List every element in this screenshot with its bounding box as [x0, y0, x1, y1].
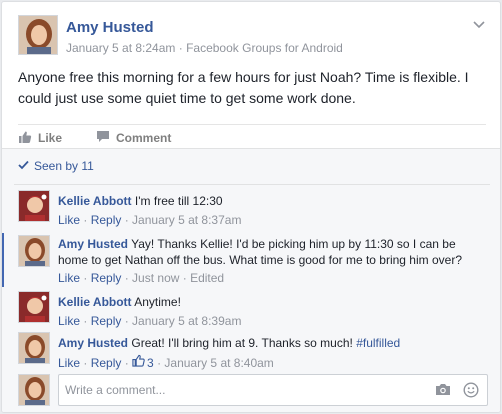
comment-meta: Like · Reply · January 5 at 8:39am: [58, 314, 242, 328]
comment-meta: Like · Reply · 3 · January 5 at 8:40am: [58, 354, 274, 371]
like-count-value: 3: [147, 355, 154, 370]
commenter-name[interactable]: Amy Husted: [58, 336, 128, 350]
comment-composer: [2, 371, 500, 412]
camera-icon[interactable]: [435, 383, 451, 399]
commenter-avatar[interactable]: [18, 291, 50, 323]
commenter-avatar[interactable]: [18, 190, 50, 222]
post-timestamp[interactable]: January 5 at 8:24am: [66, 41, 175, 55]
commenter-avatar[interactable]: [18, 332, 50, 364]
comment-body: Amy Husted Great! I'll bring him at 9. T…: [58, 335, 478, 371]
comment-timestamp[interactable]: Just now: [132, 271, 179, 285]
comment-body: Amy Husted Yay! Thanks Kellie! I'd be pi…: [58, 236, 478, 286]
comment-like-link[interactable]: Like: [58, 271, 80, 285]
comment-reply-link[interactable]: Reply: [91, 213, 122, 227]
comment-like-link[interactable]: Like: [58, 213, 80, 227]
comment-like-count[interactable]: 3: [132, 354, 154, 371]
comments-section: Seen by 11 Kellie Abbott I'm free till 1…: [2, 148, 500, 412]
comment-item: Kellie Abbott I'm free till 12:30 Like ·…: [2, 190, 500, 232]
comment-meta: Like · Reply · January 5 at 8:37am: [58, 213, 242, 227]
meta-separator: ·: [175, 41, 187, 55]
comment-text: I'm free till 12:30: [134, 194, 223, 208]
comment-timestamp[interactable]: January 5 at 8:40am: [164, 356, 273, 370]
seen-by-label: Seen by 11: [34, 159, 94, 173]
like-label: Like: [38, 131, 63, 145]
comment-item: Amy Husted Great! I'll bring him at 9. T…: [2, 332, 500, 374]
comment-timestamp[interactable]: January 5 at 8:37am: [132, 213, 241, 227]
chevron-down-icon[interactable]: [472, 19, 486, 29]
divider: [14, 184, 490, 185]
like-button[interactable]: Like: [18, 127, 62, 149]
comment-input-box[interactable]: [58, 374, 488, 406]
post-card: Amy Husted January 5 at 8:24am · Faceboo…: [1, 1, 501, 413]
comment-text: Great! I'll bring him at 9. Thanks so mu…: [131, 336, 357, 350]
comment-timestamp[interactable]: January 5 at 8:39am: [132, 314, 241, 328]
post-meta: January 5 at 8:24am · Facebook Groups fo…: [66, 41, 343, 55]
comment-icon: [96, 130, 116, 146]
checkmark-icon: [18, 159, 34, 173]
comment-meta: Like · Reply · Just now · Edited: [58, 271, 225, 285]
commenter-name[interactable]: Kellie Abbott: [58, 295, 132, 309]
author-avatar[interactable]: [18, 15, 58, 55]
comment-like-link[interactable]: Like: [58, 356, 80, 370]
post-source[interactable]: Facebook Groups for Android: [186, 41, 343, 55]
comment-input[interactable]: [65, 381, 415, 399]
comment-label: Comment: [116, 131, 172, 145]
current-user-avatar: [18, 374, 50, 406]
comment-reply-link[interactable]: Reply: [91, 314, 122, 328]
comment-reply-link[interactable]: Reply: [91, 356, 122, 370]
comment-body: Kellie Abbott I'm free till 12:30 Like ·…: [58, 193, 478, 228]
comment-item: Kellie Abbott Anytime! Like · Reply · Ja…: [2, 291, 500, 333]
thumbs-up-icon: [132, 354, 147, 371]
comment-item: Amy Husted Yay! Thanks Kellie! I'd be pi…: [2, 233, 500, 287]
smiley-icon[interactable]: [463, 382, 479, 401]
commenter-avatar[interactable]: [18, 235, 50, 267]
commenter-name[interactable]: Kellie Abbott: [58, 194, 132, 208]
comment-text: Anytime!: [134, 295, 181, 309]
comment-body: Kellie Abbott Anytime! Like · Reply · Ja…: [58, 294, 478, 329]
post-text: Anyone free this morning for a few hours…: [18, 69, 469, 106]
comment-reply-link[interactable]: Reply: [91, 271, 122, 285]
post-actions: Like Comment: [18, 124, 486, 148]
hashtag-link[interactable]: #fulfilled: [356, 336, 400, 350]
post-header: Amy Husted January 5 at 8:24am · Faceboo…: [18, 15, 488, 57]
seen-by[interactable]: Seen by 11: [18, 159, 94, 173]
edited-label[interactable]: Edited: [190, 271, 224, 285]
post-author-name[interactable]: Amy Husted: [66, 19, 154, 36]
thumbs-up-icon: [18, 130, 38, 147]
comment-like-link[interactable]: Like: [58, 314, 80, 328]
comment-button[interactable]: Comment: [96, 127, 171, 149]
commenter-name[interactable]: Amy Husted: [58, 237, 128, 251]
